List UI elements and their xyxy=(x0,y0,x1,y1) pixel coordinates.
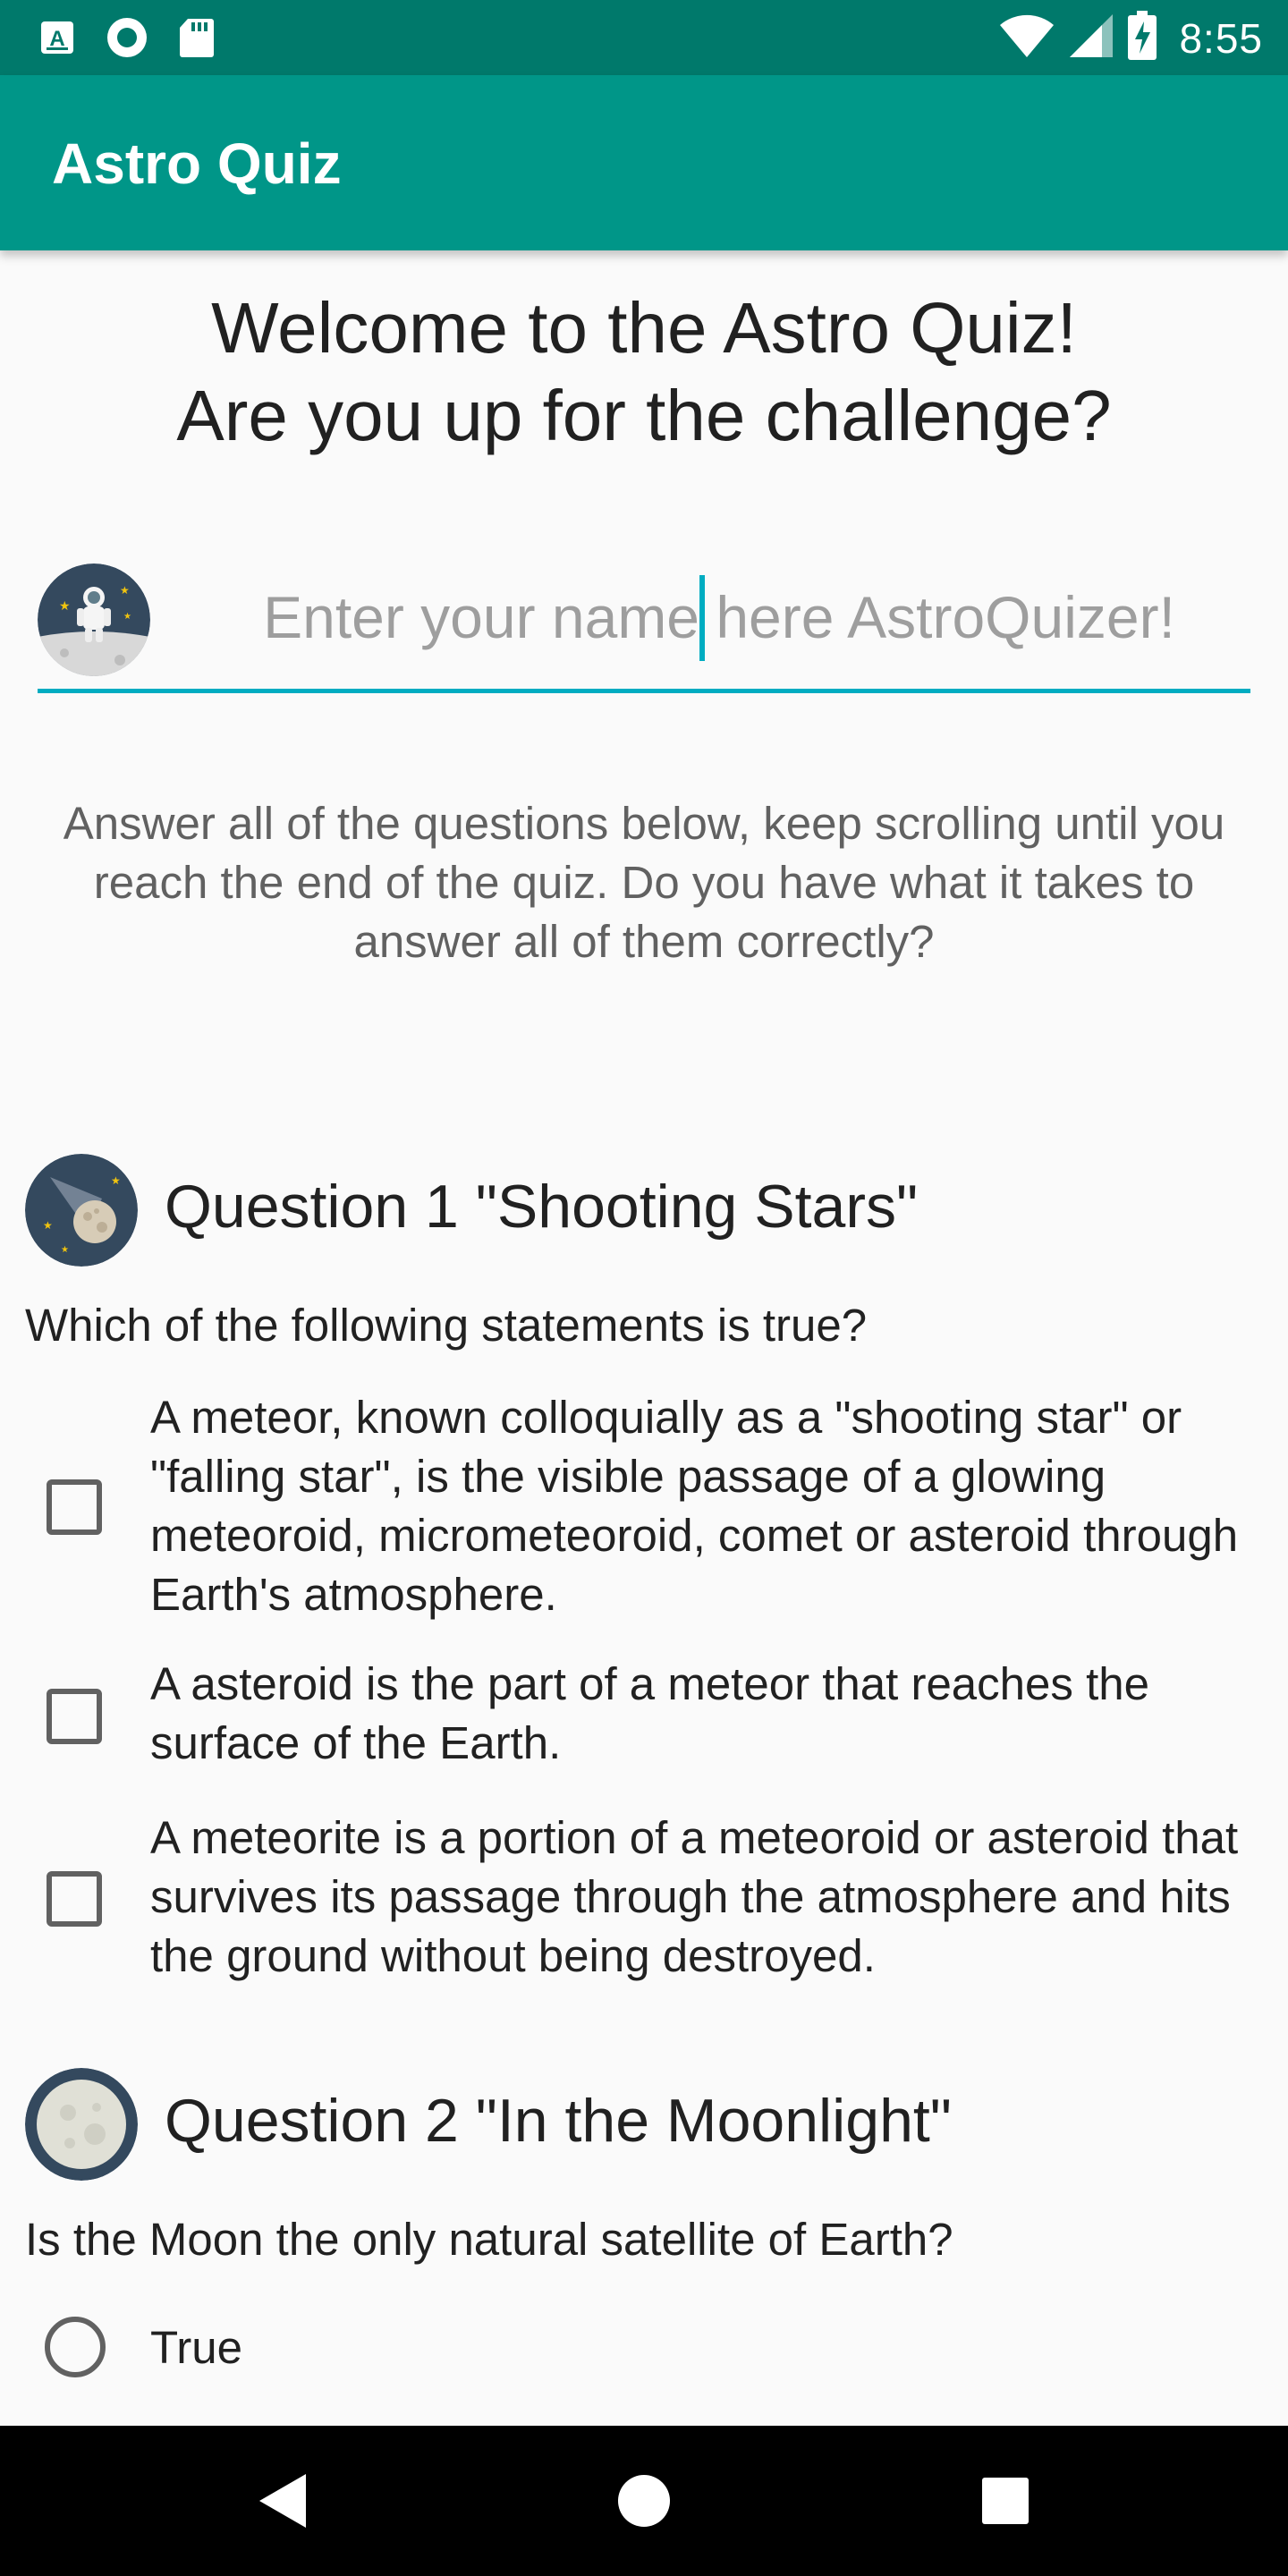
question-2-prompt: Is the Moon the only natural satellite o… xyxy=(25,2214,953,2265)
signal-icon xyxy=(1068,13,1114,64)
meteor-icon: ★ ★ ★ xyxy=(25,1154,138,1267)
question-1-header: ★ ★ ★ Question 1 "Shooting Stars" xyxy=(25,1154,1277,1267)
welcome-line-2: Are you up for the challenge? xyxy=(176,376,1112,455)
navigation-bar xyxy=(0,2426,1288,2576)
question-1-title: Question 1 "Shooting Stars" xyxy=(165,1173,919,1241)
home-icon[interactable] xyxy=(606,2463,682,2538)
svg-text:A: A xyxy=(49,27,64,51)
name-input[interactable] xyxy=(191,572,1247,662)
circle-app-icon xyxy=(106,16,148,59)
battery-charging-icon xyxy=(1127,11,1157,65)
option-label: A meteorite is a portion of a meteoroid … xyxy=(150,1812,1239,1981)
clock: 8:55 xyxy=(1179,14,1263,62)
question-2-title: Question 2 "In the Moonlight" xyxy=(165,2087,952,2155)
welcome-line-1: Welcome to the Astro Quiz! xyxy=(211,288,1077,368)
intro-text: Answer all of the questions below, keep … xyxy=(63,798,1225,967)
option-radio[interactable] xyxy=(45,2317,106,2377)
option-checkbox[interactable] xyxy=(47,1479,102,1535)
question-1-prompt: Which of the following statements is tru… xyxy=(25,1300,868,1351)
text-cursor xyxy=(699,575,705,661)
app-bar: Astro Quiz xyxy=(0,75,1288,250)
question-1-option-3[interactable]: A meteorite is a portion of a meteoroid … xyxy=(0,1809,1288,1996)
option-checkbox[interactable] xyxy=(47,1689,102,1744)
recents-icon[interactable] xyxy=(968,2463,1043,2538)
wifi-icon xyxy=(998,13,1055,64)
sd-card-icon xyxy=(175,16,218,59)
svg-text:★: ★ xyxy=(43,1219,53,1232)
status-left-icons: A xyxy=(36,16,218,59)
svg-text:★: ★ xyxy=(123,612,131,622)
back-icon[interactable] xyxy=(245,2463,320,2538)
question-2-header: Question 2 "In the Moonlight" xyxy=(25,2068,1277,2181)
option-label: A asteroid is the part of a meteor that … xyxy=(150,1658,1149,1768)
astronaut-icon: ★ ★ ★ xyxy=(38,564,150,676)
question-1-option-1[interactable]: A meteor, known colloquially as a "shoot… xyxy=(0,1388,1288,1630)
status-bar: A 8:55 xyxy=(0,0,1288,75)
svg-text:★: ★ xyxy=(120,584,130,597)
question-2-option-true[interactable]: True xyxy=(0,2309,1288,2390)
svg-text:★: ★ xyxy=(61,1245,69,1255)
svg-text:★: ★ xyxy=(111,1174,121,1187)
app-a-icon: A xyxy=(36,16,79,59)
app-title: Astro Quiz xyxy=(52,131,342,196)
moon-icon xyxy=(25,2068,138,2181)
option-label: True xyxy=(150,2322,242,2373)
question-1-option-2[interactable]: A asteroid is the part of a meteor that … xyxy=(0,1655,1288,1780)
name-input-underline xyxy=(38,689,1250,693)
status-right-icons: 8:55 xyxy=(998,11,1263,65)
svg-text:★: ★ xyxy=(59,598,71,613)
welcome-heading: Welcome to the Astro Quiz! Are you up fo… xyxy=(0,284,1288,460)
option-checkbox[interactable] xyxy=(47,1871,102,1927)
quiz-content[interactable]: Welcome to the Astro Quiz! Are you up fo… xyxy=(0,250,1288,2426)
name-row: ★ ★ ★ xyxy=(38,564,1250,680)
option-label: A meteor, known colloquially as a "shoot… xyxy=(150,1392,1239,1620)
